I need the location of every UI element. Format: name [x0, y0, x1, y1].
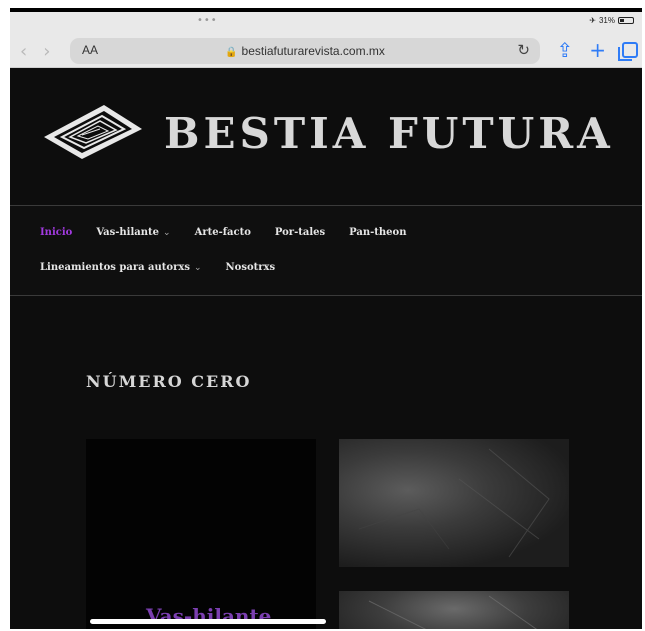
nav-item-label: Nosotrxs: [225, 262, 276, 273]
tabs-icon[interactable]: [618, 42, 638, 61]
nav-item-arte-facto[interactable]: Arte-facto: [195, 227, 251, 238]
nav-item-pan-theon[interactable]: Pan-theon: [349, 227, 406, 238]
back-icon[interactable]: ‹: [20, 41, 27, 62]
home-indicator[interactable]: [90, 619, 326, 624]
browser-toolbar: ‹ › AA 🔒 bestiafuturarevista.com.mx ↻ ⇪ +: [10, 34, 642, 68]
url-text: bestiafuturarevista.com.mx: [241, 44, 385, 58]
nav-item-lineamientos-para-autorxs[interactable]: Lineamientos para autorxs ⌄: [40, 262, 202, 273]
browser-window: ••• ✈ 31% ‹ › AA 🔒 bestiafuturarevista.co…: [10, 8, 642, 629]
nav-item-label: Vas-hilante: [96, 227, 160, 238]
chevron-down-icon: ⌄: [163, 228, 171, 238]
toolbar-actions: ⇪ +: [556, 38, 638, 62]
site-title[interactable]: BESTIA FUTURA: [164, 109, 614, 158]
nav-item-label: Inicio: [40, 227, 73, 238]
post-card-texture-1[interactable]: [339, 439, 569, 567]
section-title: NÚMERO CERO: [86, 372, 252, 391]
nav-item-label: Lineamientos para autorxs: [40, 262, 190, 273]
airplane-icon: ✈: [589, 16, 596, 25]
nav-item-label: Por-tales: [274, 227, 326, 238]
battery-level: [620, 19, 624, 22]
multitasking-dots[interactable]: •••: [197, 15, 218, 26]
battery-icon: [618, 17, 634, 24]
chevron-down-icon: ⌄: [193, 263, 202, 273]
texture-image: [358, 448, 550, 558]
url-display[interactable]: 🔒 bestiafuturarevista.com.mx: [70, 44, 540, 58]
post-card-texture-2[interactable]: [339, 591, 569, 629]
lock-icon: 🔒: [225, 47, 238, 58]
share-icon[interactable]: ⇪: [556, 38, 573, 62]
nav-item-label: Arte-facto: [194, 227, 251, 238]
status-right: ✈ 31%: [589, 16, 634, 25]
site-header: BESTIA FUTURA: [10, 69, 642, 206]
diamond-logo-icon: [44, 105, 142, 159]
nav-row-1: Inicio Vas-hilante ⌄ Arte-facto Por-tales Pan…: [40, 227, 406, 238]
nav-item-vas-hilante[interactable]: Vas-hilante ⌄: [96, 227, 170, 238]
card-category-label[interactable]: Vas-hilante: [146, 604, 271, 628]
texture-image: [368, 595, 538, 629]
post-card-dark[interactable]: Vas-hilante: [86, 439, 316, 629]
site-nav: Inicio Vas-hilante ⌄ Arte-facto Por-tales Pan…: [10, 206, 642, 296]
battery-percent: 31%: [598, 16, 615, 25]
nav-item-por-tales[interactable]: Por-tales: [275, 227, 325, 238]
nav-item-label: Pan-theon: [349, 227, 407, 238]
nav-arrows: ‹ ›: [20, 41, 50, 62]
new-tab-icon[interactable]: +: [589, 38, 606, 62]
main-content: NÚMERO CERO Vas-hilante: [10, 297, 642, 629]
address-bar[interactable]: AA 🔒 bestiafuturarevista.com.mx ↻: [70, 38, 540, 64]
site-logo[interactable]: [40, 101, 146, 167]
nav-item-inicio[interactable]: Inicio: [40, 227, 72, 238]
status-bar: ••• ✈ 31%: [10, 8, 642, 34]
nav-item-nosotrxs[interactable]: Nosotrxs: [226, 262, 276, 273]
nav-row-2: Lineamientos para autorxs ⌄ Nosotrxs: [40, 262, 275, 273]
reload-icon[interactable]: ↻: [517, 41, 530, 59]
forward-icon[interactable]: ›: [43, 41, 50, 62]
